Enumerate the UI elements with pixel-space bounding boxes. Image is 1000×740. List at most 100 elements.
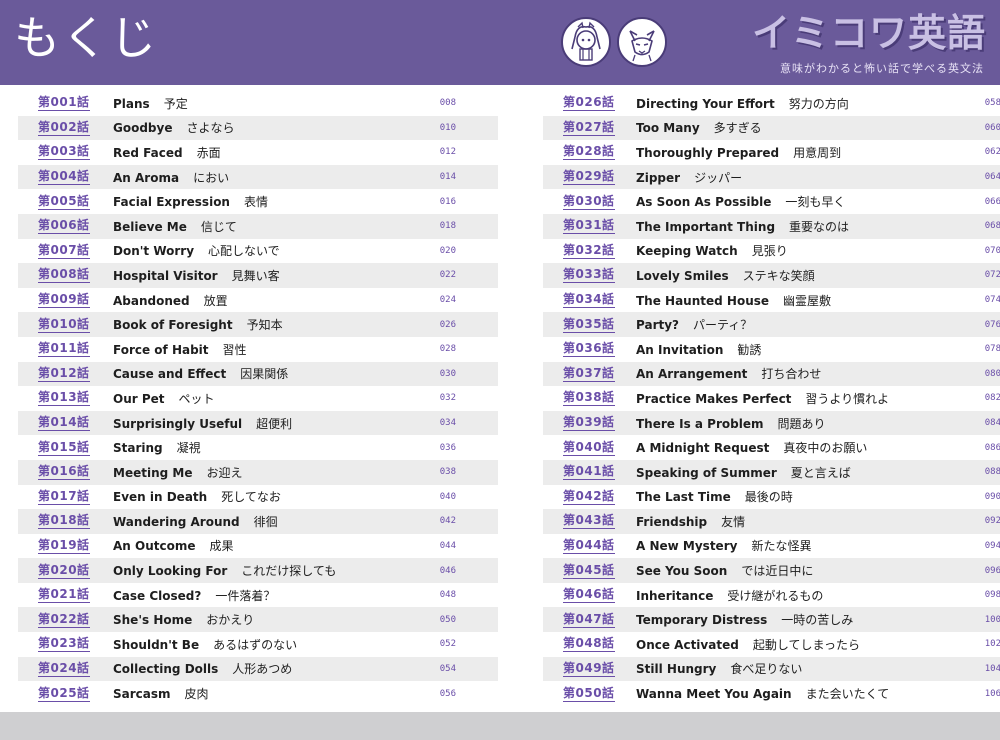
toc-entry[interactable]: 第045話 See You Soon では近日中に 096 bbox=[543, 558, 1000, 583]
page-number: 058 bbox=[984, 98, 1000, 109]
episode-number: 第012話 bbox=[38, 365, 90, 382]
episode-number: 第018話 bbox=[38, 513, 90, 530]
episode-number: 第031話 bbox=[563, 218, 615, 235]
toc-entry[interactable]: 第046話 Inheritance 受け継がれるもの 098 bbox=[543, 583, 1000, 608]
toc-entry[interactable]: 第003話 Red Faced 赤面 012 bbox=[18, 140, 498, 165]
toc-entry[interactable]: 第019話 An Outcome 成果 044 bbox=[18, 534, 498, 559]
episode-title-ja: 表情 bbox=[243, 195, 268, 210]
toc-entry[interactable]: 第041話 Speaking of Summer 夏と言えば 088 bbox=[543, 459, 1000, 485]
episode-title: Thoroughly Prepared 用意周到 bbox=[636, 144, 841, 161]
toc-entry[interactable]: 第036話 An Invitation 勧誘 078 bbox=[543, 337, 1000, 362]
toc-entry[interactable]: 第001話 Plans 予定 008 bbox=[18, 91, 498, 116]
toc-entry[interactable]: 第033話 Lovely Smiles ステキな笑顔 072 bbox=[543, 263, 1000, 288]
episode-number: 第004話 bbox=[38, 169, 90, 186]
page-number: 044 bbox=[439, 540, 456, 551]
episode-title-en: Plans bbox=[113, 96, 150, 111]
toc-entry[interactable]: 第042話 The Last Time 最後の時 090 bbox=[543, 485, 1000, 510]
toc-entry[interactable]: 第048話 Once Activated 起動してしまったら 102 bbox=[543, 632, 1000, 657]
episode-number: 第049話 bbox=[563, 660, 615, 677]
episode-title-en: Red Faced bbox=[113, 145, 183, 160]
episode-title: Directing Your Effort 努力の方向 bbox=[636, 95, 849, 112]
episode-number: 第041話 bbox=[563, 464, 615, 481]
toc-entry[interactable]: 第029話 Zipper ジッパー 064 bbox=[543, 164, 1000, 190]
book-logo: イミコワ英語 bbox=[751, 11, 986, 55]
page-number: 014 bbox=[439, 172, 456, 183]
toc-entry[interactable]: 第040話 A Midnight Request 真夜中のお願い 086 bbox=[543, 435, 1000, 460]
episode-number: 第020話 bbox=[38, 562, 90, 579]
toc-entry[interactable]: 第013話 Our Pet ペット 032 bbox=[18, 386, 498, 411]
episode-title-ja: 用意周到 bbox=[793, 145, 842, 160]
toc-entry[interactable]: 第049話 Still Hungry 食べ足りない 104 bbox=[543, 656, 1000, 682]
episode-title-ja: 打ち合わせ bbox=[761, 367, 822, 382]
episode-title: Staring 凝視 bbox=[113, 439, 201, 456]
episode-number: 第002話 bbox=[38, 119, 90, 136]
episode-title: Facial Expression 表情 bbox=[113, 193, 268, 210]
toc-entry[interactable]: 第028話 Thoroughly Prepared 用意周到 062 bbox=[543, 140, 1000, 165]
toc-entry[interactable]: 第011話 Force of Habit 習性 028 bbox=[18, 337, 498, 362]
toc-entry[interactable]: 第031話 The Important Thing 重要なのは 068 bbox=[543, 213, 1000, 239]
toc-entry[interactable]: 第038話 Practice Makes Perfect 習うより慣れよ 082 bbox=[543, 386, 1000, 411]
episode-title-ja: 予知本 bbox=[246, 318, 283, 333]
episode-title: Collecting Dolls 人形あつめ bbox=[113, 660, 292, 677]
toc-entry[interactable]: 第035話 Party? パーティ？ 076 bbox=[543, 312, 1000, 337]
toc-entry[interactable]: 第047話 Temporary Distress 一時の苦しみ 100 bbox=[543, 607, 1000, 633]
toc-entry[interactable]: 第007話 Don't Worry 心配しないで 020 bbox=[18, 239, 498, 264]
episode-title-ja: お迎え bbox=[206, 465, 243, 480]
page-number: 076 bbox=[984, 319, 1000, 330]
book-subtitle: 意味がわかると怖い話で学べる英文法 bbox=[780, 62, 984, 75]
episode-title: She's Home おかえり bbox=[113, 611, 254, 628]
toc-entry[interactable]: 第034話 The Haunted House 幽霊屋敷 074 bbox=[543, 288, 1000, 313]
toc-entry[interactable]: 第009話 Abandoned 放置 024 bbox=[18, 288, 498, 313]
episode-number: 第030話 bbox=[563, 193, 615, 210]
episode-title: The Haunted House 幽霊屋敷 bbox=[636, 292, 831, 309]
page-number: 040 bbox=[439, 491, 456, 502]
page-number: 094 bbox=[984, 540, 1000, 551]
toc-entry[interactable]: 第039話 There Is a Problem 問題あり 084 bbox=[543, 410, 1000, 436]
episode-title-en: Friendship bbox=[636, 514, 708, 529]
episode-title-en: Our Pet bbox=[113, 391, 165, 406]
toc-entry[interactable]: 第022話 She's Home おかえり 050 bbox=[18, 607, 498, 633]
toc-entry[interactable]: 第044話 A New Mystery 新たな怪異 094 bbox=[543, 534, 1000, 559]
episode-title: Red Faced 赤面 bbox=[113, 144, 221, 161]
toc-entry[interactable]: 第037話 An Arrangement 打ち合わせ 080 bbox=[543, 361, 1000, 387]
episode-title: Goodbye さよなら bbox=[113, 119, 235, 136]
toc-entry[interactable]: 第018話 Wandering Around 徘徊 042 bbox=[18, 509, 498, 534]
toc-entry[interactable]: 第027話 Too Many 多すぎる 060 bbox=[543, 115, 1000, 141]
page-number: 082 bbox=[984, 393, 1000, 404]
toc-entry[interactable]: 第005話 Facial Expression 表情 016 bbox=[18, 189, 498, 214]
toc-entry[interactable]: 第012話 Cause and Effect 因果関係 030 bbox=[18, 361, 498, 387]
episode-title: Case Closed? 一件落着？ bbox=[113, 587, 275, 604]
episode-title-ja: 問題あり bbox=[777, 416, 826, 431]
toc-entry[interactable]: 第032話 Keeping Watch 見張り 070 bbox=[543, 239, 1000, 264]
toc-entry[interactable]: 第015話 Staring 凝視 036 bbox=[18, 435, 498, 460]
toc-entry[interactable]: 第024話 Collecting Dolls 人形あつめ 054 bbox=[18, 656, 498, 682]
episode-title-en: Collecting Dolls bbox=[113, 662, 219, 677]
toc-entry[interactable]: 第006話 Believe Me 信じて 018 bbox=[18, 213, 498, 239]
toc-entry[interactable]: 第020話 Only Looking For これだけ探しても 046 bbox=[18, 558, 498, 583]
toc-entry[interactable]: 第030話 As Soon As Possible 一刻も早く 066 bbox=[543, 189, 1000, 214]
episode-number: 第032話 bbox=[563, 242, 615, 259]
page-number: 026 bbox=[439, 319, 456, 330]
toc-entry[interactable]: 第017話 Even in Death 死してなお 040 bbox=[18, 485, 498, 510]
toc-entry[interactable]: 第014話 Surprisingly Useful 超便利 034 bbox=[18, 410, 498, 436]
toc-entry[interactable]: 第002話 Goodbye さよなら 010 bbox=[18, 115, 498, 141]
toc-entry[interactable]: 第010話 Book of Foresight 予知本 026 bbox=[18, 312, 498, 337]
page-number: 072 bbox=[984, 270, 1000, 281]
toc-entry[interactable]: 第004話 An Aroma におい 014 bbox=[18, 164, 498, 190]
toc-entry[interactable]: 第021話 Case Closed? 一件落着？ 048 bbox=[18, 583, 498, 608]
page-number: 064 bbox=[984, 172, 1000, 183]
toc-entry[interactable]: 第016話 Meeting Me お迎え 038 bbox=[18, 459, 498, 485]
episode-title: Once Activated 起動してしまったら bbox=[636, 636, 860, 653]
page-number: 096 bbox=[984, 565, 1000, 576]
toc-entry[interactable]: 第050話 Wanna Meet You Again また会いたくて 106 bbox=[543, 681, 1000, 706]
toc-entry[interactable]: 第025話 Sarcasm 皮肉 056 bbox=[18, 681, 498, 706]
episode-title-en: Wanna Meet You Again bbox=[636, 687, 792, 702]
episode-number: 第034話 bbox=[563, 292, 615, 309]
episode-number: 第023話 bbox=[38, 636, 90, 653]
toc-entry[interactable]: 第008話 Hospital Visitor 見舞い客 022 bbox=[18, 263, 498, 288]
toc-entry[interactable]: 第026話 Directing Your Effort 努力の方向 058 bbox=[543, 91, 1000, 116]
toc-entry[interactable]: 第043話 Friendship 友情 092 bbox=[543, 509, 1000, 534]
toc-entry[interactable]: 第023話 Shouldn't Be あるはずのない 052 bbox=[18, 632, 498, 657]
episode-title: Meeting Me お迎え bbox=[113, 464, 242, 481]
episode-title: Temporary Distress 一時の苦しみ bbox=[636, 611, 853, 628]
